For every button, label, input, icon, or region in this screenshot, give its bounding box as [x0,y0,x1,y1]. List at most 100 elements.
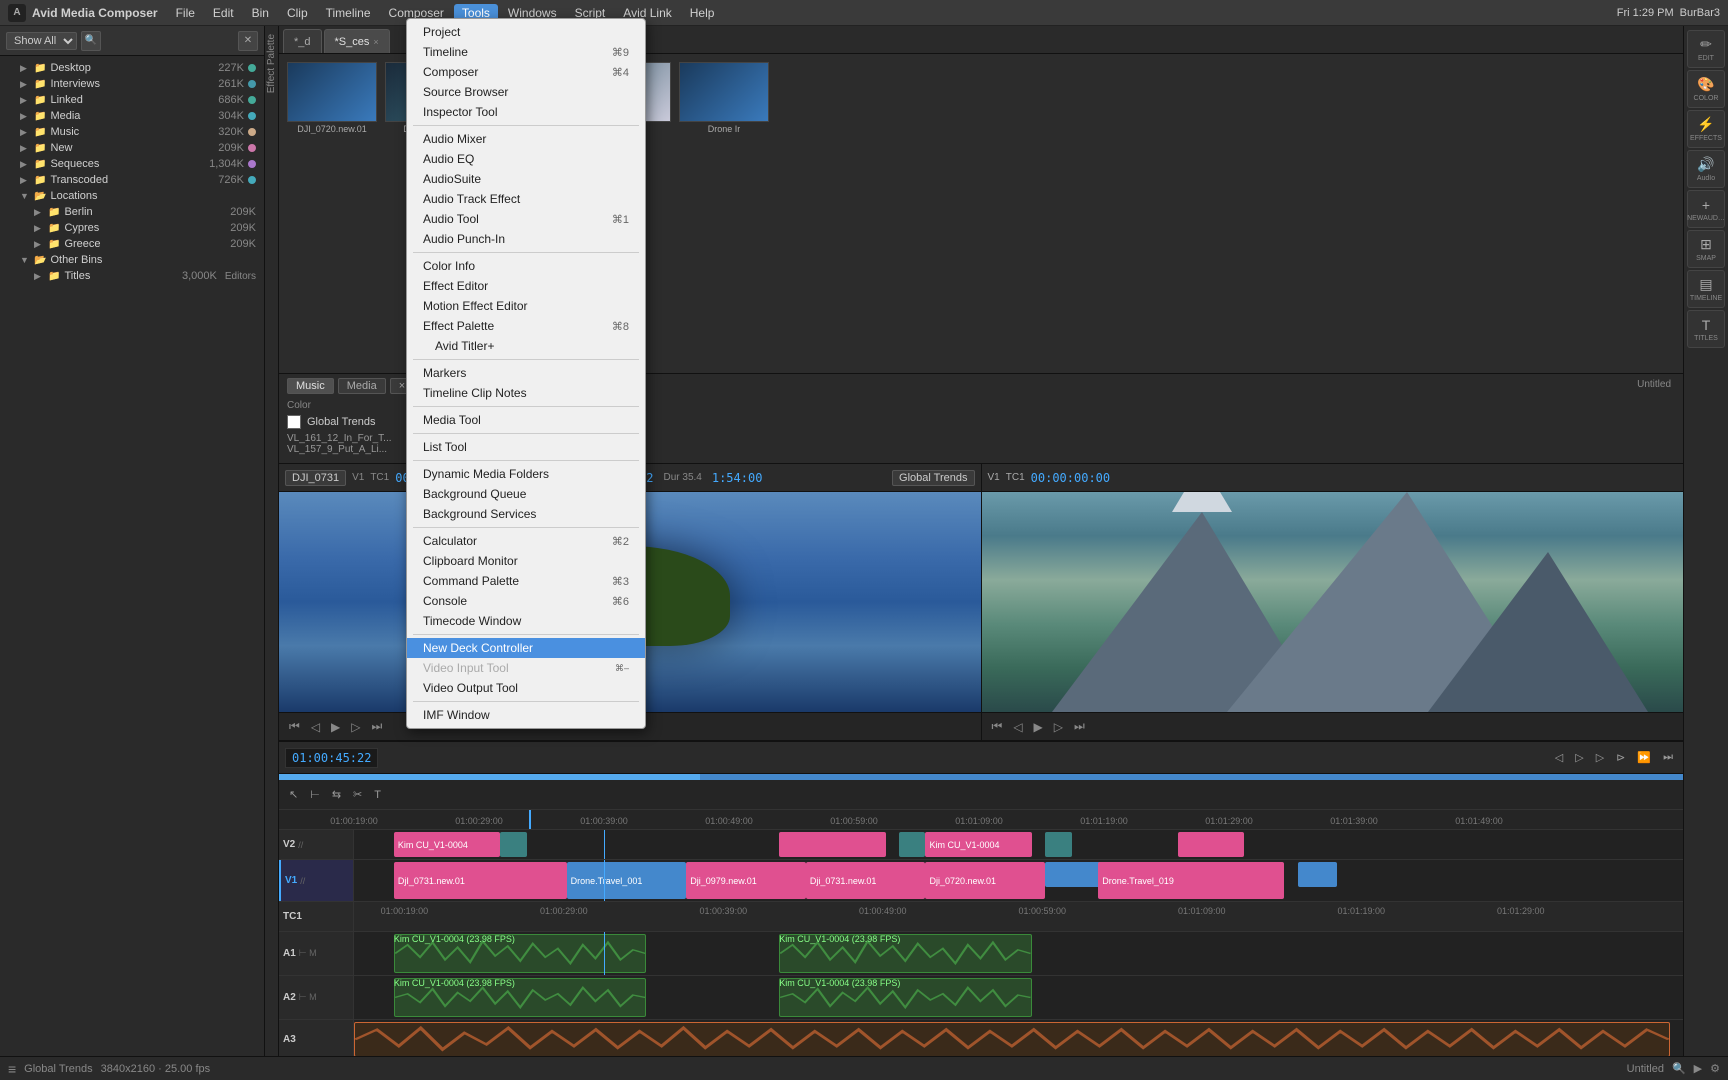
menu-motion-effect[interactable]: Motion Effect Editor [407,296,645,316]
menu-timecode-window[interactable]: Timecode Window [407,611,645,631]
rm-step-fwd-btn[interactable]: ▷ [1050,718,1067,736]
tl-btn-play[interactable]: ▷ [1571,750,1587,765]
menu-bin[interactable]: Bin [244,4,277,22]
menu-source-browser[interactable]: Source Browser [407,82,645,102]
track-content-v2[interactable]: Kim CU_V1-0004 Kim CU_V1-0004 [354,830,1683,859]
bin-item-cypres[interactable]: ▶ 📁 Cypres 209K [0,220,264,236]
tl-clip-v2end[interactable] [1178,832,1244,857]
hamburger-icon[interactable]: ≡ [8,1061,16,1077]
rm-go-end-btn[interactable]: ⏭ [1070,717,1089,736]
tab-1[interactable]: *_d [283,29,322,53]
global-trends-btn[interactable]: Global Trends [892,470,974,486]
edit-panel-btn[interactable]: ✏ EDIT [1687,30,1725,68]
menu-timeline[interactable]: Timeline [318,4,379,22]
menu-clip[interactable]: Clip [279,4,316,22]
tl-btn-in[interactable]: ◁ [1551,750,1567,765]
smap-panel-btn[interactable]: ⊞ SMAP [1687,230,1725,268]
menu-list-tool[interactable]: List Tool [407,437,645,457]
menu-audio-track-effect[interactable]: Audio Track Effect [407,189,645,209]
step-fwd-btn[interactable]: ▷ [347,718,364,736]
bin-group-locations[interactable]: ▼ 📂 Locations [0,188,264,204]
statusbar-search-icon[interactable]: 🔍 [1672,1062,1686,1075]
menu-edit[interactable]: Edit [205,4,242,22]
menu-clipboard[interactable]: Clipboard Monitor [407,551,645,571]
menu-markers[interactable]: Markers [407,363,645,383]
tl-btn-out[interactable]: ▷ [1592,750,1608,765]
statusbar-play-icon[interactable]: ▶ [1694,1062,1702,1075]
thumbnail-dji0720[interactable]: DJI_0720.new.01 [287,62,377,134]
tl-tool-text[interactable]: T [370,788,385,802]
tl-btn-step[interactable]: ⊳ [1612,750,1629,765]
tl-clip-kimcu1[interactable]: Kim CU_V1-0004 [394,832,500,857]
play-btn[interactable]: ▶ [327,718,344,736]
color-panel-btn[interactable]: 🎨 COLOR [1687,70,1725,108]
bin-item-linked[interactable]: ▶ 📁 Linked 686K [0,92,264,108]
tab-2[interactable]: *S_ces × [324,29,390,53]
track-content-tc1[interactable]: 01:00:19:00 01:00:29:00 01:00:39:00 01:0… [354,902,1683,931]
track-content-a1[interactable]: Kim CU_V1-0004 (23.98 FPS) Kim CU_V1-000… [354,932,1683,975]
menu-effect-palette[interactable]: Effect Palette⌘8 [407,316,645,336]
menu-audio-tool[interactable]: Audio Tool⌘1 [407,209,645,229]
newaud-panel-btn[interactable]: + NEWAUD… [1687,190,1725,228]
menu-avid-titler[interactable]: Avid Titler+ [407,336,645,356]
menu-composer[interactable]: Composer⌘4 [407,62,645,82]
bin-group-other[interactable]: ▼ 📂 Other Bins [0,252,264,268]
rm-step-back-btn[interactable]: ◁ [1009,718,1026,736]
tl-clip-kimcu3[interactable]: Kim CU_V1-0004 [925,832,1031,857]
bin-item-titles[interactable]: ▶ 📁 Titles 3,000K Editors [0,268,264,284]
menu-bg-queue[interactable]: Background Queue [407,484,645,504]
tab-music[interactable]: Music [287,378,334,394]
bin-item-media[interactable]: ▶ 📁 Media 304K [0,108,264,124]
search-btn[interactable]: 🔍 [81,31,101,51]
timeline-panel-btn[interactable]: ▤ TIMELINE [1687,270,1725,308]
menu-inspector[interactable]: Inspector Tool [407,102,645,122]
rm-play-btn[interactable]: ▶ [1030,718,1047,736]
tl-clip-drone-s2[interactable] [1298,862,1338,887]
menu-project[interactable]: Project [407,22,645,42]
bin-item-interviews[interactable]: ▶ 📁 Interviews 261K [0,76,264,92]
thumbnail-drone-ir[interactable]: Drone Ir [679,62,769,134]
menu-help[interactable]: Help [682,4,723,22]
tl-clip-dji0720[interactable]: Dji_0720.new.01 [925,862,1045,899]
tl-clip-kimcu2[interactable] [779,832,885,857]
bin-item-desktop[interactable]: ▶ 📁 Desktop 227K [0,60,264,76]
statusbar-settings-icon[interactable]: ⚙ [1710,1062,1720,1075]
tl-clip-dji0731[interactable]: DjI_0731.new.01 [394,862,567,899]
tl-clip-ts2[interactable] [899,832,926,857]
menu-effect-editor[interactable]: Effect Editor [407,276,645,296]
rm-go-start-btn[interactable]: ⏮ [988,717,1007,736]
menu-file[interactable]: File [168,4,203,22]
menu-media-tool[interactable]: Media Tool [407,410,645,430]
tl-btn-end[interactable]: ⏭ [1659,750,1677,765]
menu-audio-punch[interactable]: Audio Punch-In [407,229,645,249]
bin-item-music[interactable]: ▶ 📁 Music 320K [0,124,264,140]
menu-dynamic-media[interactable]: Dynamic Media Folders [407,464,645,484]
effects-panel-btn[interactable]: ⚡ EFFECTS [1687,110,1725,148]
tl-clip-dji0979[interactable]: Dji_0979.new.01 [686,862,806,899]
go-to-start-btn[interactable]: ⏮ [285,717,304,736]
step-back-btn[interactable]: ◁ [307,718,324,736]
bin-item-transcoded[interactable]: ▶ 📁 Transcoded 726K [0,172,264,188]
tl-clip-ts3[interactable] [1045,832,1072,857]
menu-audio-eq[interactable]: Audio EQ [407,149,645,169]
bin-item-greece[interactable]: ▶ 📁 Greece 209K [0,236,264,252]
track-content-a3[interactable] [354,1020,1683,1059]
tl-clip-drone001[interactable]: Drone.Travel_001 [567,862,687,899]
menu-audio-mixer[interactable]: Audio Mixer [407,129,645,149]
close-btn[interactable]: ✕ [238,31,258,51]
menu-new-deck-controller[interactable]: New Deck Controller [407,638,645,658]
tl-tool-arrow[interactable]: ↖ [285,787,302,802]
menu-command-palette[interactable]: Command Palette⌘3 [407,571,645,591]
menu-audiosuite[interactable]: AudioSuite [407,169,645,189]
go-to-end-btn[interactable]: ⏭ [368,717,387,736]
menu-color-info[interactable]: Color Info [407,256,645,276]
tl-tool-trim[interactable]: ⊢ [306,787,324,802]
bin-item-sequences[interactable]: ▶ 📁 Sequeces 1,304K [0,156,264,172]
menu-calculator[interactable]: Calculator⌘2 [407,531,645,551]
titles-panel-btn[interactable]: T TITLES [1687,310,1725,348]
bin-item-berlin[interactable]: ▶ 📁 Berlin 209K [0,204,264,220]
tab-close-icon[interactable]: × [373,37,378,47]
menu-timeline-tool[interactable]: Timeline⌘9 [407,42,645,62]
tl-clip-ts1[interactable] [500,832,527,857]
track-content-a2[interactable]: Kim CU_V1-0004 (23.98 FPS) Kim CU_V1-000… [354,976,1683,1019]
